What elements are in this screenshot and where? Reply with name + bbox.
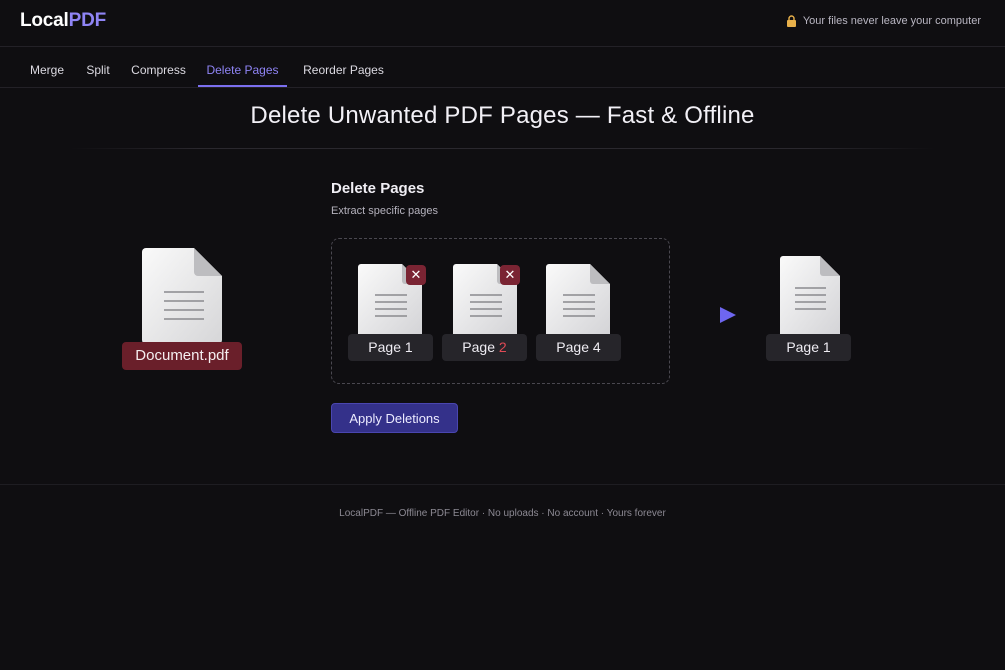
- result-page-chip: Page 1: [766, 334, 851, 361]
- tab-compress[interactable]: Compress: [126, 47, 191, 86]
- tab-merge[interactable]: Merge: [22, 47, 72, 86]
- footer-divider: [0, 484, 1005, 485]
- page-chip-4-prefix: Page: [556, 339, 593, 355]
- brand-local: Local: [20, 10, 69, 31]
- arrow-right-icon: [636, 305, 740, 330]
- page-chip-1-number: 1: [404, 339, 413, 355]
- page-chip-2: Page 2: [442, 334, 527, 361]
- section-title: Delete Pages: [331, 180, 425, 197]
- page-chip-2-number: 2: [498, 339, 507, 355]
- result-document-icon: [780, 256, 840, 334]
- apply-deletions-button[interactable]: Apply Deletions: [331, 403, 458, 433]
- brand-logo[interactable]: LocalPDF: [20, 10, 106, 32]
- page-chip-1-prefix: Page: [368, 339, 405, 355]
- delete-page-1-icon[interactable]: ✕: [406, 265, 426, 285]
- brand-pdf: PDF: [68, 10, 107, 31]
- top-bar: LocalPDF Your files never leave your com…: [0, 0, 1005, 47]
- tool-tabs: Merge Split Compress Delete Pages Reorde…: [0, 47, 1005, 88]
- privacy-text: Your files never leave your computer: [802, 15, 981, 27]
- lock-icon: [786, 15, 796, 27]
- tab-delete-pages[interactable]: Delete Pages: [198, 47, 287, 87]
- delete-page-2-icon[interactable]: ✕: [500, 265, 520, 285]
- page-title: Delete Unwanted PDF Pages — Fast & Offli…: [250, 102, 755, 129]
- divider: [70, 148, 935, 149]
- source-document-icon: [142, 248, 222, 344]
- source-file-label: Document.pdf: [122, 342, 242, 370]
- page-chip-2-prefix: Page: [462, 339, 499, 355]
- footer-text: LocalPDF — Offline PDF Editor · No uploa…: [339, 508, 666, 519]
- section-subtitle: Extract specific pages: [331, 205, 438, 217]
- page-chip-4: Page 4: [536, 334, 621, 361]
- page-chip-4-number: 4: [592, 339, 601, 355]
- tab-split[interactable]: Split: [80, 47, 116, 86]
- page-chip-1: Page 1: [348, 334, 433, 361]
- tab-reorder-pages[interactable]: Reorder Pages: [299, 47, 388, 86]
- privacy-notice: Your files never leave your computer: [786, 15, 981, 27]
- page-thumbnail-4[interactable]: [546, 264, 610, 334]
